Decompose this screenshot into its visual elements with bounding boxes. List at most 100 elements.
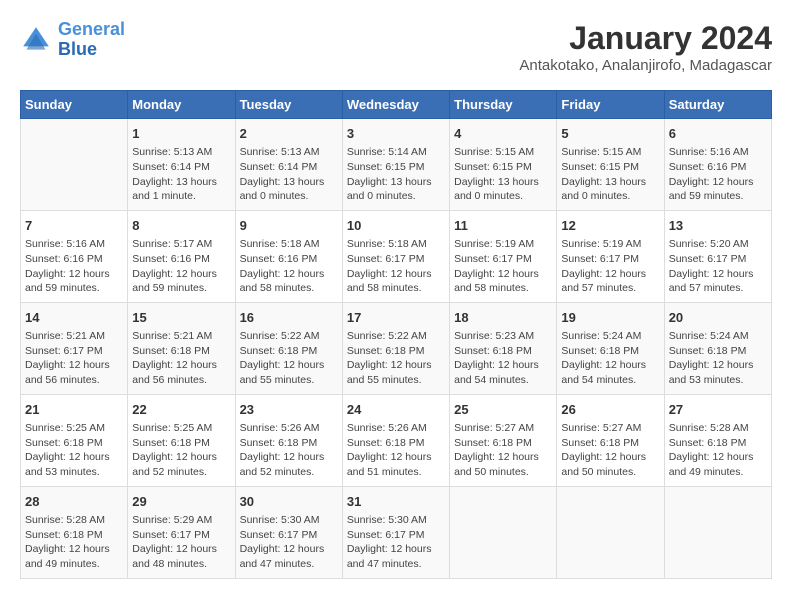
day-info: Sunrise: 5:17 AMSunset: 6:16 PMDaylight:… bbox=[132, 237, 230, 296]
logo: General Blue bbox=[20, 20, 125, 60]
day-number: 30 bbox=[240, 493, 338, 511]
calendar-cell: 31 Sunrise: 5:30 AMSunset: 6:17 PMDayligh… bbox=[342, 486, 449, 578]
day-info: Sunrise: 5:28 AMSunset: 6:18 PMDaylight:… bbox=[25, 513, 123, 572]
calendar-cell: 15 Sunrise: 5:21 AMSunset: 6:18 PMDayligh… bbox=[128, 302, 235, 394]
day-number: 21 bbox=[25, 401, 123, 419]
calendar-cell: 16 Sunrise: 5:22 AMSunset: 6:18 PMDayligh… bbox=[235, 302, 342, 394]
weekday-header-monday: Monday bbox=[128, 91, 235, 119]
calendar-week-row: 21 Sunrise: 5:25 AMSunset: 6:18 PMDayligh… bbox=[21, 394, 772, 486]
calendar-table: SundayMondayTuesdayWednesdayThursdayFrid… bbox=[20, 90, 772, 579]
calendar-week-row: 7Sunrise: 5:16 AMSunset: 6:16 PMDaylight… bbox=[21, 210, 772, 302]
day-info: Sunrise: 5:30 AMSunset: 6:17 PMDaylight:… bbox=[240, 513, 338, 572]
day-number: 24 bbox=[347, 401, 445, 419]
calendar-cell bbox=[21, 119, 128, 211]
month-title: January 2024 bbox=[519, 20, 772, 57]
calendar-week-row: 1 Sunrise: 5:13 AMSunset: 6:14 PMDaylight… bbox=[21, 119, 772, 211]
calendar-cell: 9 Sunrise: 5:18 AMSunset: 6:16 PMDaylight… bbox=[235, 210, 342, 302]
day-info: Sunrise: 5:22 AMSunset: 6:18 PMDaylight:… bbox=[240, 329, 338, 388]
calendar-cell: 27 Sunrise: 5:28 AMSunset: 6:18 PMDayligh… bbox=[664, 394, 771, 486]
day-number: 18 bbox=[454, 309, 552, 327]
calendar-cell: 22 Sunrise: 5:25 AMSunset: 6:18 PMDayligh… bbox=[128, 394, 235, 486]
weekday-header-saturday: Saturday bbox=[664, 91, 771, 119]
day-info: Sunrise: 5:22 AMSunset: 6:18 PMDaylight:… bbox=[347, 329, 445, 388]
day-info: Sunrise: 5:16 AMSunset: 6:16 PMDaylight:… bbox=[669, 145, 767, 204]
calendar-cell: 5 Sunrise: 5:15 AMSunset: 6:15 PMDaylight… bbox=[557, 119, 664, 211]
calendar-week-row: 14 Sunrise: 5:21 AMSunset: 6:17 PMDayligh… bbox=[21, 302, 772, 394]
calendar-week-row: 28 Sunrise: 5:28 AMSunset: 6:18 PMDayligh… bbox=[21, 486, 772, 578]
day-number: 15 bbox=[132, 309, 230, 327]
day-info: Sunrise: 5:19 AMSunset: 6:17 PMDaylight:… bbox=[454, 237, 552, 296]
day-info: Sunrise: 5:21 AMSunset: 6:18 PMDaylight:… bbox=[132, 329, 230, 388]
calendar-cell: 28 Sunrise: 5:28 AMSunset: 6:18 PMDayligh… bbox=[21, 486, 128, 578]
weekday-header-sunday: Sunday bbox=[21, 91, 128, 119]
day-info: Sunrise: 5:29 AMSunset: 6:17 PMDaylight:… bbox=[132, 513, 230, 572]
day-info: Sunrise: 5:30 AMSunset: 6:17 PMDaylight:… bbox=[347, 513, 445, 572]
day-number: 3 bbox=[347, 125, 445, 143]
day-number: 14 bbox=[25, 309, 123, 327]
day-number: 17 bbox=[347, 309, 445, 327]
weekday-header-wednesday: Wednesday bbox=[342, 91, 449, 119]
day-info: Sunrise: 5:26 AMSunset: 6:18 PMDaylight:… bbox=[240, 421, 338, 480]
day-info: Sunrise: 5:13 AMSunset: 6:14 PMDaylight:… bbox=[240, 145, 338, 204]
day-info: Sunrise: 5:19 AMSunset: 6:17 PMDaylight:… bbox=[561, 237, 659, 296]
day-number: 28 bbox=[25, 493, 123, 511]
calendar-cell bbox=[557, 486, 664, 578]
calendar-cell: 29 Sunrise: 5:29 AMSunset: 6:17 PMDayligh… bbox=[128, 486, 235, 578]
calendar-cell: 12 Sunrise: 5:19 AMSunset: 6:17 PMDayligh… bbox=[557, 210, 664, 302]
day-number: 12 bbox=[561, 217, 659, 235]
calendar-cell: 20 Sunrise: 5:24 AMSunset: 6:18 PMDayligh… bbox=[664, 302, 771, 394]
day-info: Sunrise: 5:15 AMSunset: 6:15 PMDaylight:… bbox=[561, 145, 659, 204]
day-info: Sunrise: 5:21 AMSunset: 6:17 PMDaylight:… bbox=[25, 329, 123, 388]
calendar-cell: 30 Sunrise: 5:30 AMSunset: 6:17 PMDayligh… bbox=[235, 486, 342, 578]
location-subtitle: Antakotako, Analanjirofo, Madagascar bbox=[519, 57, 772, 74]
logo-text: General Blue bbox=[58, 20, 125, 60]
calendar-cell: 1Sunrise: 5:13 AMSunset: 6:14 PMDaylight… bbox=[128, 119, 235, 211]
calendar-cell: 7Sunrise: 5:16 AMSunset: 6:16 PMDaylight… bbox=[21, 210, 128, 302]
calendar-cell: 2Sunrise: 5:13 AMSunset: 6:14 PMDaylight… bbox=[235, 119, 342, 211]
weekday-header-friday: Friday bbox=[557, 91, 664, 119]
page-header: General Blue January 2024 Antakotako, An… bbox=[20, 20, 772, 74]
calendar-cell: 24 Sunrise: 5:26 AMSunset: 6:18 PMDayligh… bbox=[342, 394, 449, 486]
calendar-cell: 4 Sunrise: 5:15 AMSunset: 6:15 PMDaylight… bbox=[450, 119, 557, 211]
day-number: 29 bbox=[132, 493, 230, 511]
weekday-header-thursday: Thursday bbox=[450, 91, 557, 119]
day-info: Sunrise: 5:24 AMSunset: 6:18 PMDaylight:… bbox=[669, 329, 767, 388]
day-info: Sunrise: 5:26 AMSunset: 6:18 PMDaylight:… bbox=[347, 421, 445, 480]
calendar-cell: 17 Sunrise: 5:22 AMSunset: 6:18 PMDayligh… bbox=[342, 302, 449, 394]
day-number: 31 bbox=[347, 493, 445, 511]
day-number: 22 bbox=[132, 401, 230, 419]
day-number: 25 bbox=[454, 401, 552, 419]
calendar-cell bbox=[664, 486, 771, 578]
day-number: 7 bbox=[25, 217, 123, 235]
day-info: Sunrise: 5:14 AMSunset: 6:15 PMDaylight:… bbox=[347, 145, 445, 204]
day-info: Sunrise: 5:15 AMSunset: 6:15 PMDaylight:… bbox=[454, 145, 552, 204]
day-number: 9 bbox=[240, 217, 338, 235]
calendar-cell: 18Sunrise: 5:23 AMSunset: 6:18 PMDayligh… bbox=[450, 302, 557, 394]
day-number: 20 bbox=[669, 309, 767, 327]
day-info: Sunrise: 5:27 AMSunset: 6:18 PMDaylight:… bbox=[454, 421, 552, 480]
day-info: Sunrise: 5:25 AMSunset: 6:18 PMDaylight:… bbox=[132, 421, 230, 480]
calendar-cell: 14 Sunrise: 5:21 AMSunset: 6:17 PMDayligh… bbox=[21, 302, 128, 394]
day-number: 13 bbox=[669, 217, 767, 235]
calendar-cell: 10Sunrise: 5:18 AMSunset: 6:17 PMDayligh… bbox=[342, 210, 449, 302]
day-number: 4 bbox=[454, 125, 552, 143]
day-number: 6 bbox=[669, 125, 767, 143]
day-number: 1 bbox=[132, 125, 230, 143]
calendar-cell: 19Sunrise: 5:24 AMSunset: 6:18 PMDayligh… bbox=[557, 302, 664, 394]
day-info: Sunrise: 5:27 AMSunset: 6:18 PMDaylight:… bbox=[561, 421, 659, 480]
day-number: 5 bbox=[561, 125, 659, 143]
day-info: Sunrise: 5:25 AMSunset: 6:18 PMDaylight:… bbox=[25, 421, 123, 480]
day-number: 27 bbox=[669, 401, 767, 419]
day-number: 19 bbox=[561, 309, 659, 327]
calendar-cell: 6 Sunrise: 5:16 AMSunset: 6:16 PMDaylight… bbox=[664, 119, 771, 211]
title-block: January 2024 Antakotako, Analanjirofo, M… bbox=[519, 20, 772, 74]
day-number: 23 bbox=[240, 401, 338, 419]
day-info: Sunrise: 5:18 AMSunset: 6:16 PMDaylight:… bbox=[240, 237, 338, 296]
calendar-cell: 11Sunrise: 5:19 AMSunset: 6:17 PMDayligh… bbox=[450, 210, 557, 302]
calendar-cell: 26Sunrise: 5:27 AMSunset: 6:18 PMDayligh… bbox=[557, 394, 664, 486]
day-number: 8 bbox=[132, 217, 230, 235]
day-info: Sunrise: 5:28 AMSunset: 6:18 PMDaylight:… bbox=[669, 421, 767, 480]
day-number: 16 bbox=[240, 309, 338, 327]
calendar-cell: 8 Sunrise: 5:17 AMSunset: 6:16 PMDaylight… bbox=[128, 210, 235, 302]
day-info: Sunrise: 5:18 AMSunset: 6:17 PMDaylight:… bbox=[347, 237, 445, 296]
